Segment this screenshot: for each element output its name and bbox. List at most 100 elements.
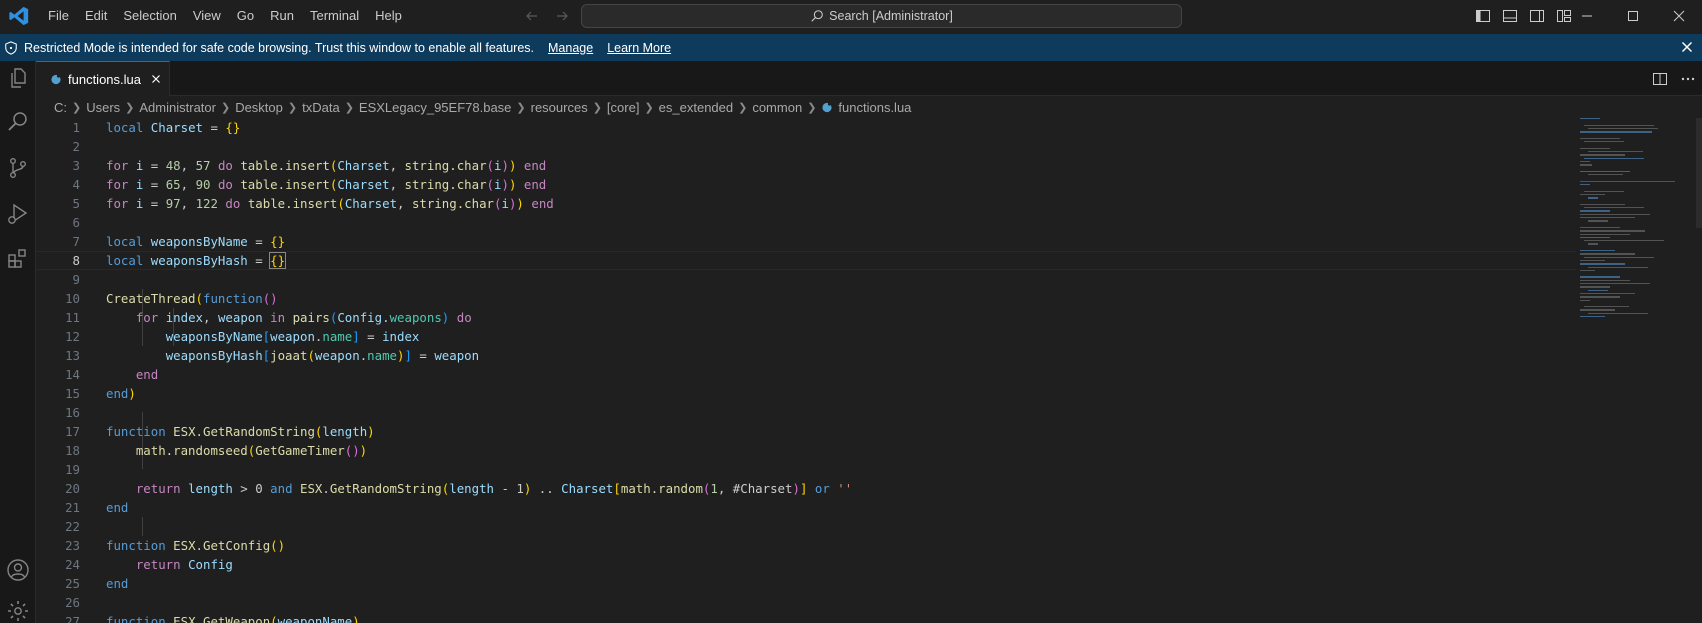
minimap-line	[1580, 131, 1652, 133]
window-controls	[1564, 0, 1702, 32]
minimap-line	[1580, 316, 1605, 318]
close-banner-icon[interactable]	[1678, 38, 1696, 56]
line-code: local weaponsByName = {}	[106, 234, 286, 249]
minimap-line	[1584, 157, 1644, 159]
breadcrumb-item[interactable]: es_extended	[659, 100, 733, 115]
minimap-line	[1588, 197, 1598, 199]
menu-go[interactable]: Go	[229, 0, 262, 32]
manage-link[interactable]: Manage	[548, 41, 593, 55]
line-code: end	[106, 500, 129, 515]
manage-button[interactable]	[3, 596, 33, 623]
breadcrumb-item[interactable]: functions.lua	[838, 100, 911, 115]
minimap-line	[1588, 243, 1598, 245]
line-number: 2	[72, 139, 80, 154]
line-number: 5	[72, 196, 80, 211]
code-line: 21 end	[36, 498, 1576, 517]
line-number: 15	[65, 386, 80, 401]
explorer-button[interactable]	[3, 63, 33, 93]
search-view-button[interactable]	[3, 106, 33, 136]
minimap-line	[1580, 269, 1595, 272]
breadcrumb-item[interactable]: [core]	[607, 100, 640, 115]
breadcrumb-item[interactable]: txData	[302, 100, 340, 115]
chevron-right-icon: ❯	[125, 101, 135, 114]
minimap-line	[1588, 127, 1658, 130]
breadcrumb-item[interactable]: common	[752, 100, 802, 115]
breadcrumb-item[interactable]: ESXLegacy_95EF78.base	[359, 100, 512, 115]
shield-icon	[5, 40, 17, 55]
code-line: 26	[36, 593, 1576, 612]
vertical-scrollbar[interactable]	[1696, 118, 1702, 228]
breadcrumb-item[interactable]: C:	[54, 100, 67, 115]
minimap-line	[1580, 184, 1590, 186]
toggle-panel-icon[interactable]	[1502, 8, 1518, 24]
breadcrumb: C: ❯ Users ❯ Administrator ❯ Desktop ❯ txDat…	[54, 96, 911, 118]
toggle-primary-sidebar-icon[interactable]	[1475, 8, 1491, 24]
menu-selection[interactable]: Selection	[115, 0, 184, 32]
menu-run[interactable]: Run	[262, 0, 302, 32]
line-code: weaponsByName[weapon.name] = index	[165, 329, 420, 344]
command-center-search[interactable]: Search [Administrator]	[581, 4, 1182, 28]
minimap-line	[1580, 226, 1620, 229]
learn-more-link[interactable]: Learn More	[607, 41, 671, 55]
extensions-button[interactable]	[3, 243, 33, 273]
line-code: return length > 0 and ESX.GetRandomStrin…	[135, 481, 853, 496]
line-code: function ESX.GetWeapon(weaponName)	[106, 614, 360, 623]
chevron-right-icon: ❯	[72, 101, 82, 114]
gear-icon	[8, 601, 28, 621]
tab-label: functions.lua	[68, 71, 141, 87]
code-line: 3 for i = 48, 57 do table.insert(Charset…	[36, 156, 1576, 175]
code-line: 25 end	[36, 574, 1576, 593]
source-control-button[interactable]	[3, 153, 33, 183]
code-line: 19	[36, 460, 1576, 479]
breadcrumb-item[interactable]: Desktop	[235, 100, 283, 115]
line-number: 3	[72, 158, 80, 173]
minimap[interactable]	[1580, 118, 1692, 328]
breadcrumb-item[interactable]: Administrator	[139, 100, 216, 115]
code-editor[interactable]: 1 local Charset = {} 2 3 for i = 48, 57 …	[36, 118, 1702, 623]
code-line: 14 end	[36, 365, 1576, 384]
line-number: 21	[65, 500, 80, 515]
minimap-line	[1588, 266, 1648, 268]
minimap-line	[1580, 299, 1590, 301]
code-line: 20 return length > 0 and ESX.GetRandomSt…	[36, 479, 1576, 498]
tab-functions-lua[interactable]: functions.lua	[36, 61, 170, 96]
minimap-line	[1588, 289, 1608, 291]
line-number: 23	[65, 538, 80, 553]
menu-terminal[interactable]: Terminal	[302, 0, 367, 32]
minimize-button[interactable]	[1564, 0, 1610, 32]
menu-help[interactable]: Help	[367, 0, 410, 32]
search-icon	[811, 10, 823, 22]
menu-view[interactable]: View	[185, 0, 229, 32]
more-actions-icon[interactable]	[1680, 71, 1696, 87]
minimap-line	[1584, 190, 1624, 192]
maximize-button[interactable]	[1610, 0, 1656, 32]
menu-file[interactable]: File	[40, 0, 77, 32]
menu-edit[interactable]: Edit	[77, 0, 115, 32]
chevron-right-icon: ❯	[220, 101, 231, 114]
breadcrumb-item[interactable]: resources	[531, 100, 588, 115]
activity-bar	[0, 61, 36, 623]
code-line: 1 local Charset = {}	[36, 118, 1576, 137]
minimap-line	[1580, 147, 1610, 150]
minimap-line	[1580, 276, 1620, 278]
chevron-right-icon: ❯	[516, 101, 526, 114]
code-line: 13 weaponsByHash[joaat(weapon.name)] = w…	[36, 346, 1576, 365]
minimap-line	[1580, 250, 1615, 252]
line-number: 12	[65, 329, 80, 344]
arrow-left-icon[interactable]	[524, 8, 540, 24]
run-debug-button[interactable]	[3, 199, 33, 229]
line-code: math.randomseed(GetGameTimer())	[135, 443, 368, 458]
minimap-line	[1588, 220, 1608, 222]
close-tab-icon[interactable]	[149, 72, 163, 86]
split-editor-icon[interactable]	[1652, 71, 1668, 87]
minimap-line	[1580, 259, 1605, 262]
arrow-right-icon[interactable]	[554, 8, 570, 24]
code-line: 5 for i = 97, 122 do table.insert(Charse…	[36, 194, 1576, 213]
close-window-button[interactable]	[1656, 0, 1702, 32]
accounts-button[interactable]	[3, 555, 33, 585]
lua-file-icon	[51, 74, 61, 85]
run-debug-icon	[8, 203, 28, 224]
line-number: 10	[65, 291, 80, 306]
breadcrumb-item[interactable]: Users	[86, 100, 120, 115]
toggle-secondary-sidebar-icon[interactable]	[1529, 8, 1545, 24]
